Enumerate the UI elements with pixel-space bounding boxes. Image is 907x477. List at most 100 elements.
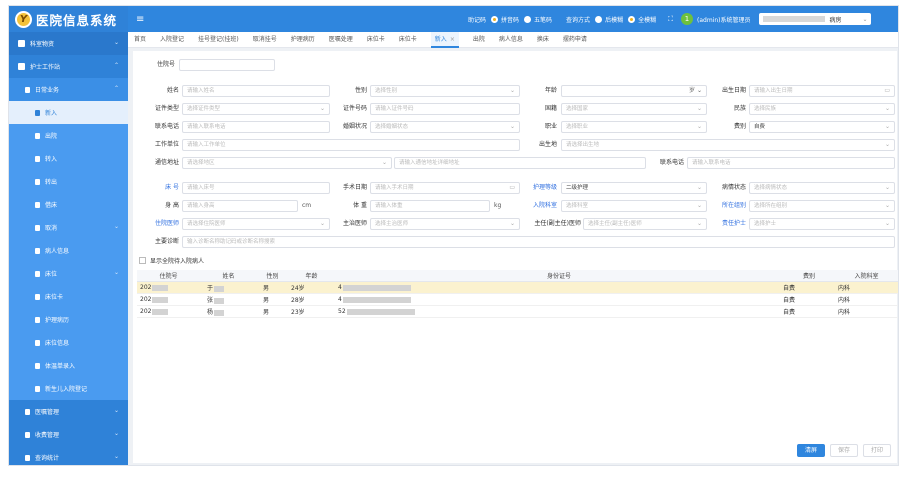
tab-home[interactable]: 首页 xyxy=(134,32,146,48)
tab-discharge[interactable]: 出院 xyxy=(473,32,485,48)
tab-new-admit[interactable]: 新入 × xyxy=(430,31,459,48)
sidebar-item-borrow-bed[interactable]: 借床 xyxy=(9,193,128,216)
sidebar-item-orders[interactable]: 医嘱管理 ⌄ xyxy=(9,400,128,423)
age-input[interactable]: 岁 ⌄ xyxy=(561,85,707,97)
tab-patient-info[interactable]: 病人信息 xyxy=(499,32,523,48)
sidebar-item-supplies[interactable]: 科室物资 ⌄ xyxy=(9,32,128,55)
marital-label: 婚姻状况 xyxy=(342,123,367,130)
bed-input[interactable]: 请输入床号 xyxy=(182,182,330,194)
surgery-date-input[interactable]: 请输入手术日期 ▭ xyxy=(370,182,520,194)
height-input[interactable]: 请输入身高 xyxy=(182,200,298,212)
tab-orders[interactable]: 医嘱处理 xyxy=(329,32,353,48)
sidebar-item-nurse-station[interactable]: 护士工作站 ⌃ xyxy=(9,55,128,78)
attending-select[interactable]: 选择主治医师 ⌄ xyxy=(370,218,520,230)
work-input[interactable]: 请输入工作单位 xyxy=(182,139,520,151)
show-all-checkbox[interactable] xyxy=(139,257,146,264)
gender-select[interactable]: 选择性别 ⌄ xyxy=(370,85,520,97)
radio-wubi[interactable]: 五笔码 xyxy=(524,15,552,24)
resident-select[interactable]: 请选择住院医师 ⌄ xyxy=(182,218,330,230)
col-inpatient-no[interactable]: 住院号 xyxy=(137,271,197,280)
col-fee[interactable]: 费别 xyxy=(780,271,835,280)
tab-registration[interactable]: 挂号登记(挂班) xyxy=(198,32,239,48)
fee-type-select[interactable]: 自费 ⌄ xyxy=(749,121,895,133)
age-unit-select[interactable]: 岁 ⌄ xyxy=(689,86,702,96)
fullscreen-icon[interactable]: ⛶ xyxy=(668,15,673,24)
dept-select[interactable]: 病房 ⌄ xyxy=(759,13,872,25)
avatar[interactable]: 1 xyxy=(681,13,693,25)
contact-phone-input[interactable]: 请输入联系电话 xyxy=(687,157,895,169)
address-region-select[interactable]: 请选择地区 ⌄ xyxy=(182,157,392,169)
col-dept[interactable]: 入院科室 xyxy=(835,271,895,280)
sidebar-item-nursing-record[interactable]: 护理病历 xyxy=(9,308,128,331)
tab-cancel-registration[interactable]: 取消挂号 xyxy=(253,32,277,48)
tab-nursing-record[interactable]: 护理病历 xyxy=(291,32,315,48)
tab-bed-card-2[interactable]: 床位卡 xyxy=(399,32,417,48)
ethnic-select[interactable]: 选择民族 ⌄ xyxy=(749,103,895,115)
birthplace-select[interactable]: 请选择出生地 ⌄ xyxy=(561,139,895,151)
birth-input[interactable]: 请输入出生日期 ▭ xyxy=(749,85,895,97)
col-id-no[interactable]: 身份证号 xyxy=(335,271,780,280)
nurse-select[interactable]: 选择护士 ⌄ xyxy=(749,218,895,230)
weight-label: 体 重 xyxy=(353,202,367,209)
sidebar-item-transfer-in[interactable]: 转入 xyxy=(9,147,128,170)
sidebar-item-stats[interactable]: 查询统计 ⌄ xyxy=(9,446,128,465)
address-label: 通信地址 xyxy=(154,159,179,166)
sidebar-item-bed-card[interactable]: 床位卡 xyxy=(9,285,128,308)
chief-select[interactable]: 选择主任(副主任)医师 ⌄ xyxy=(583,218,707,230)
name-input[interactable]: 请输入姓名 xyxy=(182,85,330,97)
calendar-icon: ▭ xyxy=(884,87,890,94)
radio-suffix-fuzzy[interactable]: 后模糊 xyxy=(595,15,623,24)
cell-text: 202 xyxy=(140,308,152,315)
address-detail-input[interactable]: 请输入通信地址详细地址 xyxy=(394,157,646,169)
sidebar-item-bed[interactable]: 床位 ⌄ xyxy=(9,262,128,285)
print-button[interactable]: 打印 xyxy=(862,444,891,457)
weight-input[interactable]: 请输入体重 xyxy=(370,200,490,212)
id-no-input[interactable]: 请输入证件号码 xyxy=(370,103,520,115)
job-select[interactable]: 选择职业 ⌄ xyxy=(561,121,707,133)
show-all-checkbox-row[interactable]: 显示全院待入院病人 xyxy=(139,256,204,265)
clear-button[interactable]: 清屏 xyxy=(796,444,825,457)
group-select[interactable]: 选择所在组别 ⌄ xyxy=(749,200,895,212)
sidebar-item-newborn[interactable]: 新生儿入院登记 xyxy=(9,377,128,400)
admit-dept-select[interactable]: 选择科室 ⌄ xyxy=(561,200,707,212)
col-name[interactable]: 姓名 xyxy=(197,271,257,280)
phone-input[interactable]: 请输入联系电话 xyxy=(182,121,330,133)
tab-drug-request[interactable]: 摆药申请 xyxy=(563,32,587,48)
table-row[interactable]: 202 张 男 28岁 4 自费 内科 xyxy=(137,294,898,306)
sidebar-item-daily[interactable]: 日常业务 ⌃ xyxy=(9,78,128,101)
tab-bed-card[interactable]: 床位卡 xyxy=(367,32,385,48)
id-type-select[interactable]: 选择证件类型 ⌄ xyxy=(182,103,330,115)
condition-select[interactable]: 选择病情状态 ⌄ xyxy=(749,182,895,194)
cell-inpatient-no: 202 xyxy=(137,296,197,303)
tab-change-bed[interactable]: 换床 xyxy=(537,32,549,48)
user-name[interactable]: (admin)系统管理员 xyxy=(697,15,750,24)
col-age[interactable]: 年龄 xyxy=(285,271,335,280)
radio-checked-icon xyxy=(491,15,499,23)
diagnosis-input[interactable]: 输入诊断名称助记码或诊断名称搜索 xyxy=(182,236,895,248)
table-header: 住院号 姓名 性别 年龄 身份证号 费别 入院科室 xyxy=(137,270,898,282)
doc-icon xyxy=(35,316,40,323)
save-button[interactable]: 保存 xyxy=(829,444,858,457)
sidebar-item-new-admit[interactable]: 新入 xyxy=(9,101,128,124)
sidebar-item-billing[interactable]: 收费管理 ⌄ xyxy=(9,423,128,446)
menu-icon[interactable]: ≡ xyxy=(136,14,150,25)
inpatient-no-input[interactable] xyxy=(179,59,275,71)
table-row[interactable]: 202 杨 男 23岁 52 自费 内科 xyxy=(137,306,898,318)
radio-pinyin[interactable]: 拼音码 xyxy=(491,15,519,24)
table-row[interactable]: 202 于 男 24岁 4 自费 内科 xyxy=(137,282,898,294)
sidebar-item-temperature[interactable]: 体温单录入 xyxy=(9,354,128,377)
sidebar-item-cancel[interactable]: 取消 ⌄ xyxy=(9,216,128,239)
sidebar-item-bed-info[interactable]: 床位信息 xyxy=(9,331,128,354)
close-icon[interactable]: × xyxy=(450,36,455,43)
surgery-date-label: 手术日期 xyxy=(342,184,367,191)
sidebar-item-transfer-out[interactable]: 转出 xyxy=(9,170,128,193)
care-level-select[interactable]: 二级护理 ⌄ xyxy=(561,182,707,194)
tab-admission[interactable]: 入院登记 xyxy=(160,32,184,48)
radio-full-fuzzy[interactable]: 全模糊 xyxy=(628,15,656,24)
nationality-select[interactable]: 选择国家 ⌄ xyxy=(561,103,707,115)
col-gender[interactable]: 性别 xyxy=(257,271,285,280)
marital-select[interactable]: 选择婚姻状态 ⌄ xyxy=(370,121,520,133)
sidebar-item-discharge[interactable]: 出院 xyxy=(9,124,128,147)
sidebar-item-patient-info[interactable]: 病人信息 xyxy=(9,239,128,262)
sidebar-item-label: 出院 xyxy=(45,133,58,140)
